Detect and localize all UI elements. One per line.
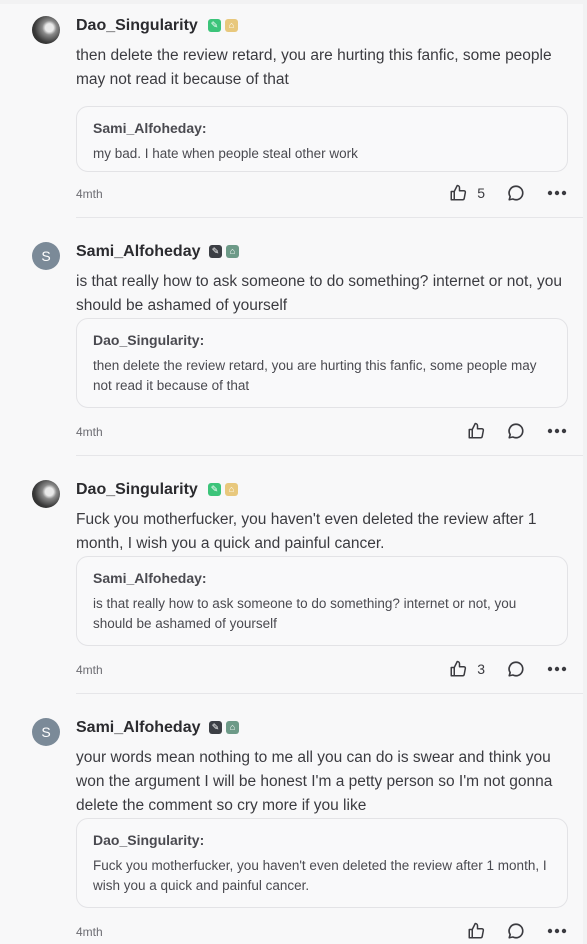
comment-username[interactable]: Sami_Alfoheday [76,243,200,261]
quoted-username: Sami_Alfoheday: [93,120,207,136]
comment-item: Dao_Singularity ✎ ⌂ then delete the revi… [30,4,583,218]
thumbs-up-icon [450,660,467,677]
lock-badge-icon: ⌂ [226,721,239,734]
writer-badge-icon: ✎ [208,483,221,496]
like-count: 3 [477,661,485,677]
lock-badge-icon: ⌂ [225,483,238,496]
like-button[interactable] [467,422,485,440]
comment-actions: 3 [449,660,567,678]
writer-badge-icon: ✎ [209,245,222,258]
comment-item: S Sami_Alfoheday ✎ ⌂ is that really how … [30,230,583,456]
user-badges: ✎ ⌂ [209,245,239,258]
divider [76,217,583,218]
comment-timestamp: 4mth [76,925,103,939]
reply-bubble-icon [508,661,524,677]
avatar[interactable]: S [32,242,60,270]
comment-timestamp: 4mth [76,187,103,201]
comments-panel: Dao_Singularity ✎ ⌂ then delete the revi… [0,4,583,944]
more-options-button[interactable] [547,190,567,196]
comment-item: Dao_Singularity ✎ ⌂ Fuck you motherfucke… [30,468,583,694]
comment-text: your words mean nothing to me all you ca… [76,749,553,814]
quoted-text: is that really how to ask someone to do … [93,596,517,631]
quoted-text: Fuck you motherfucker, you haven't even … [93,858,547,893]
comment-actions [467,422,567,440]
divider [76,455,583,456]
thumbs-up-icon [468,922,485,939]
reply-button[interactable] [507,422,525,440]
lock-badge-icon: ⌂ [226,245,239,258]
divider [76,693,583,694]
reply-button[interactable] [507,184,525,202]
more-options-button[interactable] [547,928,567,934]
quoted-comment: Dao_Singularity: Fuck you motherfucker, … [76,818,568,908]
reply-button[interactable] [507,922,525,940]
more-options-button[interactable] [547,428,567,434]
quoted-username: Dao_Singularity: [93,332,205,348]
comment-text: Fuck you motherfucker, you haven't even … [76,511,537,552]
like-button[interactable]: 3 [449,660,485,678]
reply-bubble-icon [508,923,524,939]
user-badges: ✎ ⌂ [208,19,238,32]
thumbs-up-icon [468,422,485,439]
like-button[interactable]: 5 [449,184,485,202]
more-options-button[interactable] [547,666,567,672]
more-dots-icon [547,666,567,672]
quoted-comment: Dao_Singularity: then delete the review … [76,318,568,408]
reply-bubble-icon [508,423,524,439]
writer-badge-icon: ✎ [209,721,222,734]
comment-actions: 5 [449,184,567,202]
user-badges: ✎ ⌂ [208,483,238,496]
quoted-text: then delete the review retard, you are h… [93,358,537,393]
comment-text: is that really how to ask someone to do … [76,273,562,314]
comment-timestamp: 4mth [76,663,103,677]
user-badges: ✎ ⌂ [209,721,239,734]
reply-bubble-icon [508,185,524,201]
like-button[interactable] [467,922,485,940]
more-dots-icon [547,928,567,934]
comment-username[interactable]: Sami_Alfoheday [76,719,200,737]
quoted-username: Sami_Alfoheday: [93,570,207,586]
quoted-comment: Sami_Alfoheday: my bad. I hate when peop… [76,106,568,172]
comment-username[interactable]: Dao_Singularity [76,481,198,499]
quoted-text: my bad. I hate when people steal other w… [93,146,358,161]
avatar[interactable]: S [32,718,60,746]
reply-button[interactable] [507,660,525,678]
quoted-username: Dao_Singularity: [93,832,205,848]
comment-actions [467,922,567,940]
more-dots-icon [547,190,567,196]
more-dots-icon [547,428,567,434]
thumbs-up-icon [450,184,467,201]
avatar[interactable] [32,16,60,44]
comment-username[interactable]: Dao_Singularity [76,17,198,35]
comment-text: then delete the review retard, you are h… [76,47,552,88]
comment-item: S Sami_Alfoheday ✎ ⌂ your words mean not… [30,706,583,944]
comment-timestamp: 4mth [76,425,103,439]
lock-badge-icon: ⌂ [225,19,238,32]
avatar[interactable] [32,480,60,508]
quoted-comment: Sami_Alfoheday: is that really how to as… [76,556,568,646]
like-count: 5 [477,185,485,201]
writer-badge-icon: ✎ [208,19,221,32]
